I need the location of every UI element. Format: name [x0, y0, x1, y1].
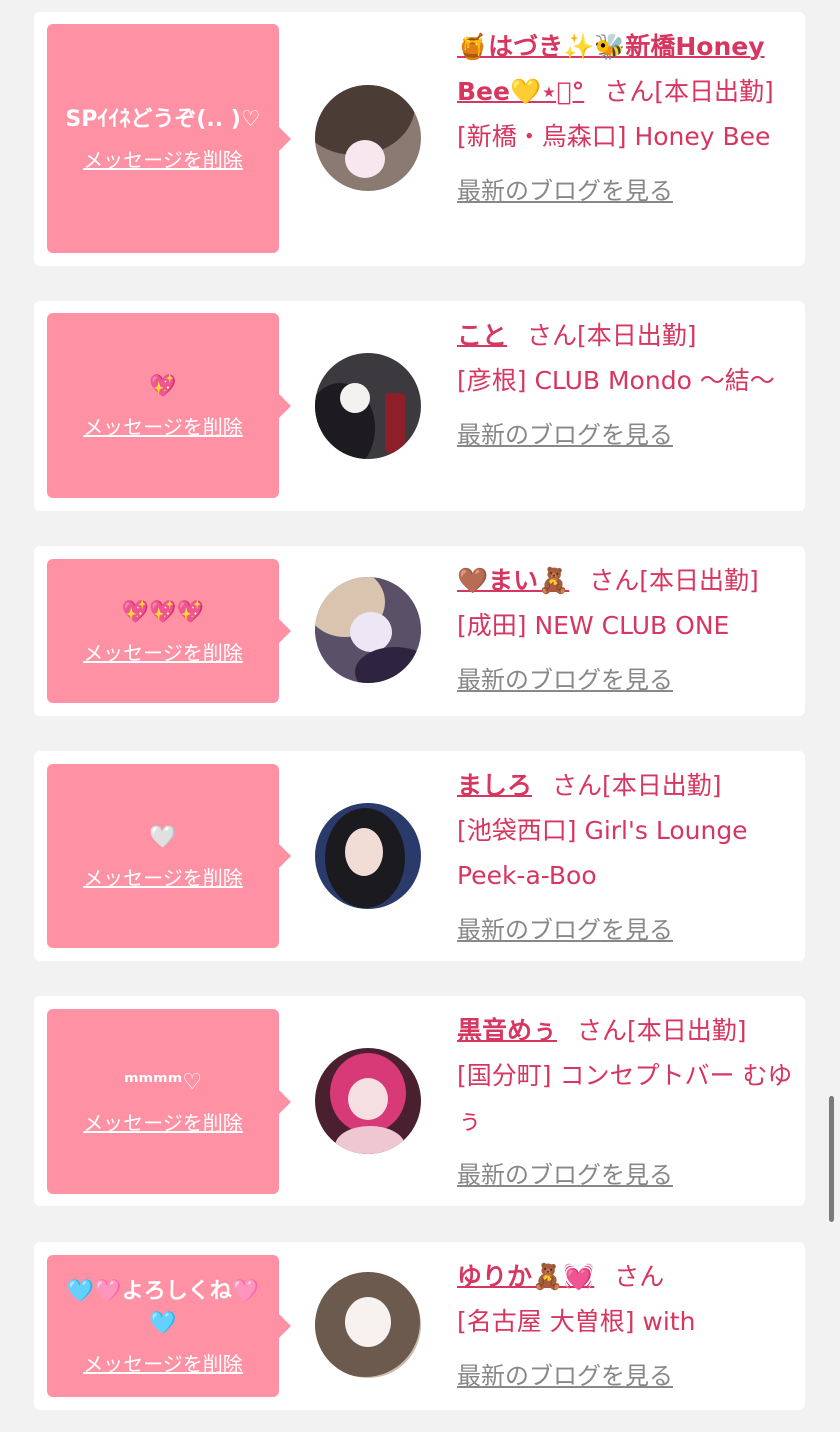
- delete-message-link[interactable]: メッセージを削除: [83, 1107, 243, 1136]
- message-bubble: 💖 メッセージを削除: [47, 313, 291, 498]
- shop-name: [名古屋 大曽根] with: [457, 1307, 696, 1336]
- delete-message-link[interactable]: メッセージを削除: [83, 637, 243, 666]
- message-bubble: 🩵🩷よろしくね🩷🩵 メッセージを削除: [47, 1255, 291, 1397]
- avatar[interactable]: [315, 353, 421, 459]
- message-card: 💖💖💖 メッセージを削除 🤎まい🧸 さん[本日出勤] [成田] NEW CLUB …: [34, 546, 805, 716]
- message-card: SPｲｲﾈどうぞ(.. )♡ メッセージを削除 🍯はづき✨🐝新橋Honey Be…: [34, 12, 805, 266]
- shop-name: [池袋西口] Girl's Lounge Peek-a-Boo: [457, 816, 748, 890]
- message-text: SPｲｲﾈどうぞ(.. )♡: [65, 107, 261, 132]
- message-text: ᵐᵐᵐᵐ♡: [123, 1070, 203, 1095]
- status-text: [本日出勤]: [577, 321, 697, 350]
- avatar[interactable]: [315, 803, 421, 909]
- honorific: さん: [604, 77, 655, 106]
- cast-name-link[interactable]: ましろ: [457, 771, 532, 800]
- shop-name: [新橋・烏森口] Honey Bee: [457, 122, 771, 151]
- shop-name: [国分町] コンセプトバー むゆぅ: [457, 1061, 793, 1135]
- shop-name: [彦根] CLUB Mondo 〜結〜: [457, 366, 775, 395]
- message-bubble: ᵐᵐᵐᵐ♡ メッセージを削除: [47, 1009, 291, 1194]
- latest-blog-link[interactable]: 最新のブログを見る: [457, 1153, 673, 1198]
- status-text: [本日出勤]: [654, 77, 774, 106]
- message-text: 💖💖💖: [121, 599, 205, 625]
- message-card: ᵐᵐᵐᵐ♡ メッセージを削除 黒音めぅ さん[本日出勤] [国分町] コンセプトバ…: [34, 996, 805, 1206]
- shop-name: [成田] NEW CLUB ONE: [457, 611, 730, 640]
- honorific: さん: [577, 1016, 628, 1045]
- avatar[interactable]: [315, 1048, 421, 1154]
- message-card: 🤍 メッセージを削除 ましろ さん[本日出勤] [池袋西口] Girl's Lou…: [34, 751, 805, 961]
- cast-info: 黒音めぅ さん[本日出勤] [国分町] コンセプトバー むゆぅ 最新のブログを見る: [457, 1008, 797, 1198]
- scrollbar[interactable]: [829, 1096, 834, 1222]
- latest-blog-link[interactable]: 最新のブログを見る: [457, 908, 673, 953]
- status-text: [本日出勤]: [602, 771, 722, 800]
- delete-message-link[interactable]: メッセージを削除: [83, 411, 243, 440]
- honorific: さん: [589, 566, 640, 595]
- delete-message-link[interactable]: メッセージを削除: [83, 144, 243, 173]
- cast-name-link[interactable]: 黒音めぅ: [457, 1016, 557, 1045]
- message-card: 🩵🩷よろしくね🩷🩵 メッセージを削除 ゆりか🧸💓 さん [名古屋 大曽根] wit…: [34, 1242, 805, 1410]
- latest-blog-link[interactable]: 最新のブログを見る: [457, 658, 673, 703]
- cast-name-link[interactable]: 🤎まい🧸: [457, 566, 569, 595]
- avatar[interactable]: [315, 85, 421, 191]
- latest-blog-link[interactable]: 最新のブログを見る: [457, 413, 673, 458]
- cast-info: 🤎まい🧸 さん[本日出勤] [成田] NEW CLUB ONE 最新のブログを見る: [457, 558, 797, 703]
- delete-message-link[interactable]: メッセージを削除: [83, 862, 243, 891]
- message-text: 🤍: [149, 824, 177, 850]
- latest-blog-link[interactable]: 最新のブログを見る: [457, 1354, 673, 1399]
- message-text: 💖: [149, 374, 177, 399]
- cast-name-link[interactable]: ゆりか🧸💓: [457, 1262, 594, 1291]
- cast-info: ましろ さん[本日出勤] [池袋西口] Girl's Lounge Peek-a-…: [457, 763, 797, 953]
- avatar[interactable]: [315, 577, 421, 683]
- cast-name-link[interactable]: こと: [457, 321, 507, 350]
- message-bubble: 💖💖💖 メッセージを削除: [47, 559, 291, 703]
- honorific: さん: [614, 1262, 665, 1291]
- avatar[interactable]: [315, 1272, 421, 1378]
- message-bubble: 🤍 メッセージを削除: [47, 764, 291, 948]
- message-bubble: SPｲｲﾈどうぞ(.. )♡ メッセージを削除: [47, 24, 291, 253]
- cast-info: 🍯はづき✨🐝新橋Honey Bee💛⋆͛° さん[本日出勤] [新橋・烏森口] H…: [457, 24, 797, 214]
- cast-info: ゆりか🧸💓 さん [名古屋 大曽根] with 最新のブログを見る: [457, 1254, 797, 1399]
- honorific: さん: [552, 771, 603, 800]
- status-text: [本日出勤]: [639, 566, 759, 595]
- message-text: 🩵🩷よろしくね🩷🩵: [66, 1278, 260, 1336]
- delete-message-link[interactable]: メッセージを削除: [83, 1348, 243, 1377]
- status-text: [本日出勤]: [627, 1016, 747, 1045]
- honorific: さん: [527, 321, 578, 350]
- cast-info: こと さん[本日出勤] [彦根] CLUB Mondo 〜結〜 最新のブログを見る: [457, 313, 797, 458]
- message-card: 💖 メッセージを削除 こと さん[本日出勤] [彦根] CLUB Mondo 〜結…: [34, 301, 805, 511]
- latest-blog-link[interactable]: 最新のブログを見る: [457, 169, 673, 214]
